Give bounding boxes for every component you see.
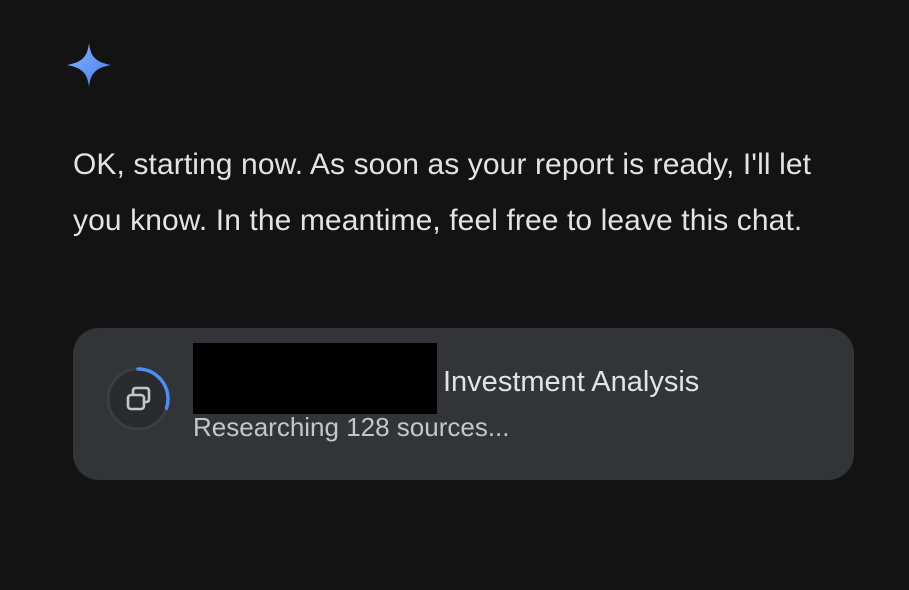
redacted-block (193, 343, 437, 414)
sparkle-icon (67, 43, 111, 87)
research-status: Researching 128 sources... (193, 412, 510, 442)
assistant-message: OK, starting now. As soon as your report… (73, 148, 812, 237)
research-title: Investment Analysis (443, 366, 700, 398)
research-progress-icon (106, 367, 170, 431)
research-card[interactable]: Investment Analysis Researching 128 sour… (73, 328, 854, 480)
